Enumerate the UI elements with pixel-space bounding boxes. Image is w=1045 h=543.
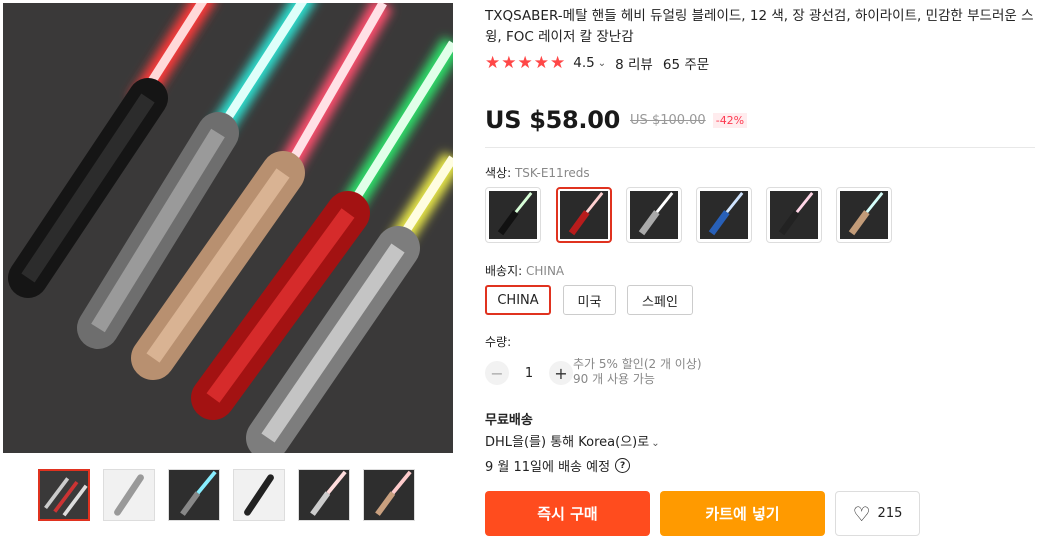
star-icon: ★ (517, 52, 533, 73)
thumbnail-6[interactable] (363, 469, 415, 521)
ship-from-label-row: 배송지: CHINA (485, 262, 564, 279)
color-option-3[interactable] (626, 187, 682, 243)
increase-quantity-button[interactable]: + (549, 361, 573, 385)
color-option-5[interactable] (766, 187, 822, 243)
discount-badge: -42% (712, 112, 748, 128)
quantity-stepper: − 1 + (485, 361, 573, 385)
product-title: TXQSABER-메탈 핸들 헤비 듀얼링 블레이드, 12 색, 장 광선검,… (485, 8, 1034, 45)
add-to-cart-button[interactable]: 카트에 넣기 (660, 491, 825, 536)
quantity-input[interactable]: 1 (509, 366, 549, 381)
thumbnail-5[interactable] (298, 469, 350, 521)
current-price: US $58.00 (485, 106, 621, 134)
ship-from-china[interactable]: CHINA (485, 285, 551, 315)
original-price: US $100.00 (630, 112, 706, 128)
stock-available: 90 개 사용 가능 (573, 372, 655, 386)
bulk-discount-note: 추가 5% 할인(2 개 이상) (573, 357, 702, 371)
ship-from-spain[interactable]: 스페인 (627, 285, 693, 315)
star-icon: ★ (533, 52, 549, 73)
wishlist-button[interactable]: ♡ 215 (835, 491, 920, 536)
delivery-date-suffix: 에 배송 예정 (542, 460, 611, 475)
star-icon: ★ (501, 52, 517, 73)
shipping-method-text: DHL을(를) 통해 Korea(으)로 (485, 435, 650, 450)
buy-now-button[interactable]: 즉시 구매 (485, 491, 650, 536)
reviews-count[interactable]: 8 리뷰 (615, 53, 653, 73)
wishlist-count: 215 (877, 506, 903, 521)
heart-icon: ♡ (852, 501, 871, 526)
color-label: 색상: (485, 166, 512, 180)
ship-from-selected: CHINA (526, 264, 565, 278)
delivery-estimate: 9 월 11일 에 배송 예정 ? (485, 456, 631, 475)
free-shipping-label: 무료배송 (485, 413, 533, 428)
price-row: US $58.00 US $100.00 -42% (485, 106, 748, 134)
quantity-label: 수량: (485, 335, 512, 349)
help-icon[interactable]: ? (615, 458, 631, 473)
chevron-down-icon[interactable]: ⌄ (651, 438, 659, 449)
star-icon: ★ (485, 52, 501, 73)
quantity-note: 추가 5% 할인(2 개 이상) 90 개 사용 가능 (573, 357, 702, 387)
delivery-date: 9 월 11일 (485, 460, 542, 475)
chevron-down-icon[interactable]: ⌄ (598, 58, 606, 69)
thumbnail-4[interactable] (233, 469, 285, 521)
color-selected: TSK-E11reds (514, 166, 590, 180)
thumbnail-1[interactable] (38, 469, 90, 521)
thumbnail-2[interactable] (103, 469, 155, 521)
shipping-method[interactable]: DHL을(를) 통해 Korea(으)로 ⌄ (485, 431, 660, 450)
divider (485, 147, 1035, 148)
color-option-4[interactable] (696, 187, 752, 243)
rating-row: ★ ★ ★ ★ ★ 4.5 ⌄ 8 리뷰 65 주문 (485, 53, 709, 73)
star-icon: ★ (550, 52, 566, 73)
thumbnail-3[interactable] (168, 469, 220, 521)
main-product-image[interactable] (3, 3, 453, 453)
color-option-6[interactable] (836, 187, 892, 243)
ship-from-label: 배송지: (485, 264, 523, 278)
color-option-1[interactable] (485, 187, 541, 243)
color-label-row: 색상: TSK-E11reds (485, 164, 590, 181)
ship-from-usa[interactable]: 미국 (563, 285, 616, 315)
rating-value[interactable]: 4.5 (573, 55, 594, 71)
decrease-quantity-button[interactable]: − (485, 361, 509, 385)
color-option-2[interactable] (556, 187, 612, 243)
orders-count: 65 주문 (662, 57, 710, 73)
